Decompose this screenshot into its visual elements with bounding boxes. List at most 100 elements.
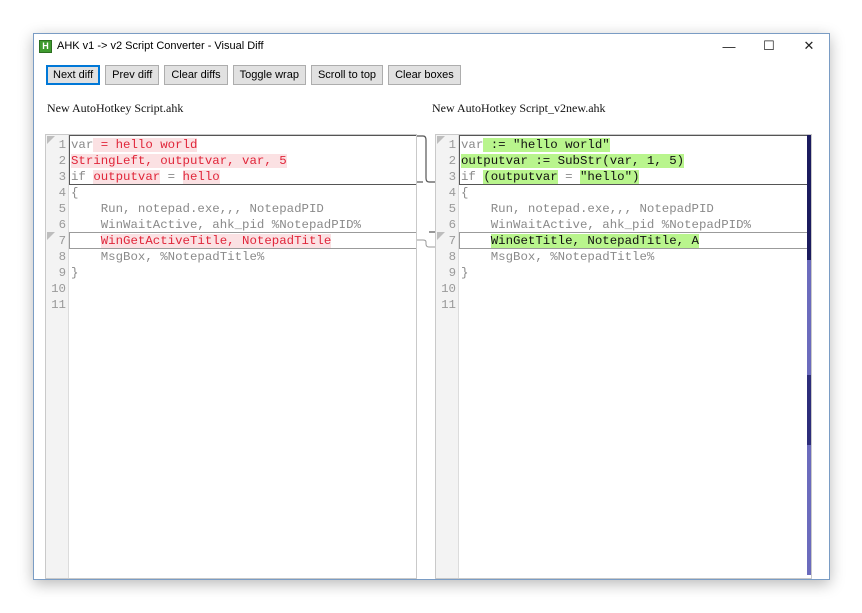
ahk-app-icon: H [39, 39, 52, 53]
code-segment: } [71, 266, 79, 280]
minimize-button[interactable]: — [709, 34, 749, 58]
line-text: } [71, 265, 78, 281]
left-code-line: 2 StringLeft, outputvar, var, 5 [46, 153, 416, 169]
line-number: 1 [448, 138, 456, 152]
line-number: 9 [58, 266, 66, 280]
line-text: var := "hello world" [461, 137, 610, 153]
left-code-line: 1 var = hello world [46, 137, 416, 153]
changed-segment: := "hello world" [483, 138, 610, 152]
right-code-line: 6 WinWaitActive, ahk_pid %NotepadPID% [436, 217, 811, 233]
line-text: if outputvar = hello [71, 169, 220, 185]
visual-diff-window: H AHK v1 -> v2 Script Converter - Visual… [33, 33, 830, 580]
line-text: WinGetTitle, NotepadTitle, A [461, 233, 699, 249]
diff-connector [417, 135, 435, 248]
code-segment: = [557, 170, 580, 184]
left-code-line: 3 if outputvar = hello [46, 169, 416, 185]
code-segment: WinWaitActive, ahk_pid %NotepadPID% [461, 218, 751, 232]
code-segment: Run, notepad.exe,,, NotepadPID [71, 202, 324, 216]
next-diff-button[interactable]: Next diff [46, 65, 101, 85]
clear-boxes-button[interactable]: Clear boxes [388, 65, 461, 85]
title-bar[interactable]: H AHK v1 -> v2 Script Converter - Visual… [34, 34, 829, 58]
code-segment: { [461, 186, 469, 200]
right-code-line: 5 Run, notepad.exe,,, NotepadPID [436, 201, 811, 217]
line-number: 10 [51, 282, 66, 296]
left-code-line: 5 Run, notepad.exe,,, NotepadPID [46, 201, 416, 217]
changed-segment: outputvar [93, 170, 161, 184]
line-number: 9 [448, 266, 456, 280]
right-file-title: New AutoHotkey Script_v2new.ahk [432, 101, 606, 115]
line-number: 5 [58, 202, 66, 216]
line-number: 6 [448, 218, 456, 232]
left-file-title: New AutoHotkey Script.ahk [47, 101, 184, 115]
line-text: Run, notepad.exe,,, NotepadPID [71, 201, 324, 217]
scroll-to-top-button[interactable]: Scroll to top [310, 65, 384, 85]
close-button[interactable]: ✕ [789, 34, 829, 58]
line-number: 7 [58, 234, 66, 248]
right-code-line: 1 var := "hello world" [436, 137, 811, 153]
line-text: outputvar := SubStr(var, 1, 5) [461, 153, 685, 169]
code-segment: = [160, 170, 183, 184]
changed-segment: = hello world [93, 138, 198, 152]
code-segment: var [71, 138, 94, 152]
toggle-wrap-button[interactable]: Toggle wrap [232, 65, 306, 85]
right-code-line: 9} [436, 265, 811, 281]
left-code-line: 9} [46, 265, 416, 281]
line-number: 6 [58, 218, 66, 232]
maximize-button[interactable]: ☐ [749, 34, 789, 58]
left-code-line: 11 [46, 297, 416, 313]
code-segment: } [461, 266, 469, 280]
prev-diff-button[interactable]: Prev diff [105, 65, 160, 85]
line-number: 8 [448, 250, 456, 264]
left-editor[interactable]: 1 var = hello world 2 StringLeft, outputvar… [45, 134, 417, 579]
code-segment: WinWaitActive, ahk_pid %NotepadPID% [71, 218, 361, 232]
changed-segment: outputvar := SubStr(var, 1, 5) [461, 154, 685, 168]
line-number: 11 [51, 298, 66, 312]
left-code-line: 7 WinGetActiveTitle, NotepadTitle [46, 233, 416, 249]
right-editor[interactable]: 1 var := "hello world" 2 outputvar := SubSt… [435, 134, 812, 579]
line-number: 3 [448, 170, 456, 184]
line-number: 2 [448, 154, 456, 168]
right-code-line: 10 [436, 281, 811, 297]
line-text: StringLeft, outputvar, var, 5 [71, 153, 287, 169]
code-segment: if [461, 170, 484, 184]
code-segment: MsgBox, %NotepadTitle% [71, 250, 265, 264]
line-number: 10 [441, 282, 456, 296]
line-number: 3 [58, 170, 66, 184]
line-text: if (outputvar = "hello") [461, 169, 640, 185]
scrollbar-segment [807, 375, 811, 445]
left-code-line: 8 MsgBox, %NotepadTitle% [46, 249, 416, 265]
changed-segment: "hello") [579, 170, 640, 184]
line-text: { [71, 185, 78, 201]
code-segment: if [71, 170, 94, 184]
window-title: AHK v1 -> v2 Script Converter - Visual D… [57, 40, 264, 52]
toolbar: Next diff Prev diff Clear diffs Toggle w… [46, 65, 461, 85]
right-code-line: 4{ [436, 185, 811, 201]
code-segment: MsgBox, %NotepadTitle% [461, 250, 655, 264]
line-number: 4 [448, 186, 456, 200]
line-number: 8 [58, 250, 66, 264]
line-number: 4 [58, 186, 66, 200]
changed-segment: (outputvar [483, 170, 558, 184]
line-text: var = hello world [71, 137, 198, 153]
changed-segment: WinGetActiveTitle, NotepadTitle [100, 234, 332, 248]
clear-diffs-button[interactable]: Clear diffs [164, 65, 228, 85]
code-segment: { [71, 186, 79, 200]
changed-segment: StringLeft, outputvar, var, 5 [71, 154, 287, 168]
changed-segment: WinGetTitle, NotepadTitle, A [490, 234, 699, 248]
changed-segment: hello [182, 170, 220, 184]
line-number: 5 [448, 202, 456, 216]
line-text: MsgBox, %NotepadTitle% [71, 249, 265, 265]
right-code-line: 7 WinGetTitle, NotepadTitle, A [436, 233, 811, 249]
line-text: } [461, 265, 468, 281]
line-text: Run, notepad.exe,,, NotepadPID [461, 201, 714, 217]
line-text: WinWaitActive, ahk_pid %NotepadPID% [461, 217, 751, 233]
line-text: WinGetActiveTitle, NotepadTitle [71, 233, 332, 249]
line-text: { [461, 185, 468, 201]
right-code-line: 2 outputvar := SubStr(var, 1, 5) [436, 153, 811, 169]
left-code-line: 6 WinWaitActive, ahk_pid %NotepadPID% [46, 217, 416, 233]
code-segment: Run, notepad.exe,,, NotepadPID [461, 202, 714, 216]
right-code-line: 3 if (outputvar = "hello") [436, 169, 811, 185]
code-segment: var [461, 138, 484, 152]
